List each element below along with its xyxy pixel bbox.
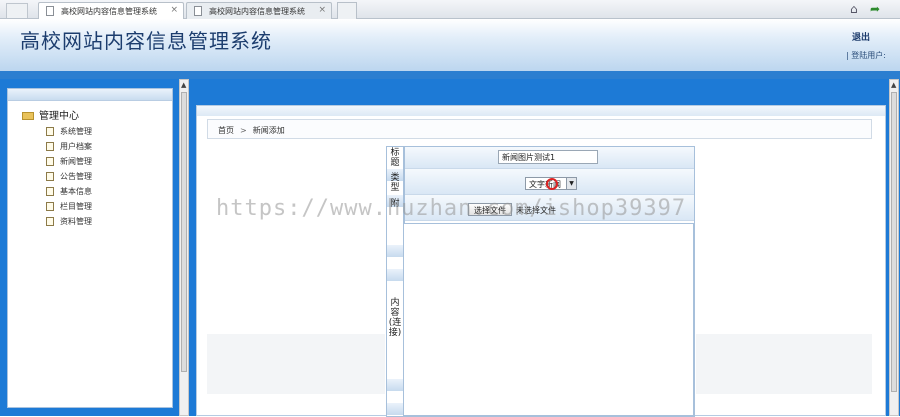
logout-link[interactable]: 退出 — [852, 30, 870, 43]
browser-tab-bar: 高校网站内容信息管理系统 × 高校网站内容信息管理系统 × ⌂ ➦ — [0, 0, 900, 19]
tab-list-button[interactable] — [6, 3, 28, 18]
sidebar-item-label: 公告管理 — [60, 172, 92, 181]
document-icon — [46, 127, 54, 136]
document-icon — [46, 157, 54, 166]
document-icon — [46, 202, 54, 211]
tab-label: 高校网站内容信息管理系统 — [61, 7, 157, 16]
watermark: https://www.huzhan.com/ishop39397 — [216, 196, 687, 221]
mouse-cursor-highlight — [546, 178, 558, 190]
content-editor[interactable] — [403, 223, 694, 416]
row-stripe — [387, 403, 403, 415]
breadcrumb: 首页 > 新闻添加 — [207, 119, 872, 139]
breadcrumb-home[interactable]: 首页 — [218, 126, 234, 135]
row-stripe — [387, 379, 403, 391]
app-header: 高校网站内容信息管理系统 退出 | 登陆用户: — [0, 19, 900, 71]
sidebar-item-label: 资料管理 — [60, 217, 92, 226]
new-tab-button[interactable] — [337, 2, 357, 19]
browser-tab-2[interactable]: 高校网站内容信息管理系统 × — [186, 2, 332, 19]
sidebar-item-label: 栏目管理 — [60, 202, 92, 211]
sidebar-item-label: 新闻管理 — [60, 157, 92, 166]
form-side-band-right — [696, 334, 872, 394]
document-icon — [46, 142, 54, 151]
breadcrumb-current: 新闻添加 — [252, 126, 285, 135]
page-icon — [194, 6, 202, 16]
tree-root-label: 管理中心 — [39, 111, 79, 122]
sidebar-item-label: 系统管理 — [60, 127, 92, 136]
content-top-bar — [197, 106, 885, 116]
sidebar-item-materials[interactable]: 资料管理 — [46, 216, 92, 227]
row-stripe — [387, 245, 403, 257]
scroll-thumb[interactable] — [891, 92, 897, 392]
tab-label: 高校网站内容信息管理系统 — [209, 7, 305, 16]
sidebar-item-news[interactable]: 新闻管理 — [46, 156, 92, 167]
browser-tab-1[interactable]: 高校网站内容信息管理系统 × — [38, 2, 184, 19]
page-icon — [46, 6, 54, 16]
folder-open-icon — [22, 112, 34, 120]
scroll-up-arrow-icon[interactable]: ▲ — [181, 81, 186, 89]
label-title: 标题 — [390, 148, 400, 168]
sidebar-item-basic-info[interactable]: 基本信息 — [46, 186, 92, 197]
sidebar-item-label: 基本信息 — [60, 187, 92, 196]
sidebar: 管理中心 系统管理 用户档案 新闻管理 公告管理 基本信息 栏目管理 资料管理 — [7, 88, 173, 408]
close-icon[interactable]: × — [170, 5, 178, 15]
label-type: 类型 — [390, 173, 400, 193]
chevron-down-icon[interactable]: ▼ — [566, 178, 576, 189]
sidebar-header — [8, 89, 172, 101]
title-input[interactable]: 新闻图片测试1 — [498, 150, 598, 164]
document-icon — [46, 187, 54, 196]
document-icon — [46, 217, 54, 226]
scroll-up-arrow-icon[interactable]: ▲ — [891, 81, 896, 89]
breadcrumb-separator: > — [240, 126, 247, 135]
close-icon[interactable]: × — [318, 5, 326, 15]
form-side-band-left — [207, 334, 385, 394]
sidebar-item-columns[interactable]: 栏目管理 — [46, 201, 92, 212]
login-user-label: | 登陆用户: — [846, 51, 886, 60]
document-icon — [46, 172, 54, 181]
sidebar-item-system[interactable]: 系统管理 — [46, 126, 92, 137]
form-label-column: 标题 类型 附 内容 (连 接) — [386, 146, 404, 417]
splitter-handle[interactable] — [180, 224, 188, 234]
content-scrollbar[interactable]: ▲ — [889, 79, 899, 416]
label-content: 内容 (连 接) — [388, 298, 402, 338]
back-arrow-icon[interactable]: ➦ — [870, 2, 880, 16]
sidebar-scrollbar[interactable]: ▲ — [179, 79, 189, 416]
sidebar-item-label: 用户档案 — [60, 142, 92, 151]
sidebar-item-notices[interactable]: 公告管理 — [46, 171, 92, 182]
sidebar-item-users[interactable]: 用户档案 — [46, 141, 92, 152]
home-icon[interactable]: ⌂ — [850, 2, 858, 16]
row-stripe — [387, 269, 403, 281]
tree-root[interactable]: 管理中心 — [22, 107, 79, 122]
app-title: 高校网站内容信息管理系统 — [20, 29, 272, 53]
header-divider — [0, 71, 900, 79]
content-panel: 首页 > 新闻添加 标题 类型 附 内容 (连 接) 新闻图片测试1 文字新闻 ▼ 选择… — [196, 105, 886, 417]
